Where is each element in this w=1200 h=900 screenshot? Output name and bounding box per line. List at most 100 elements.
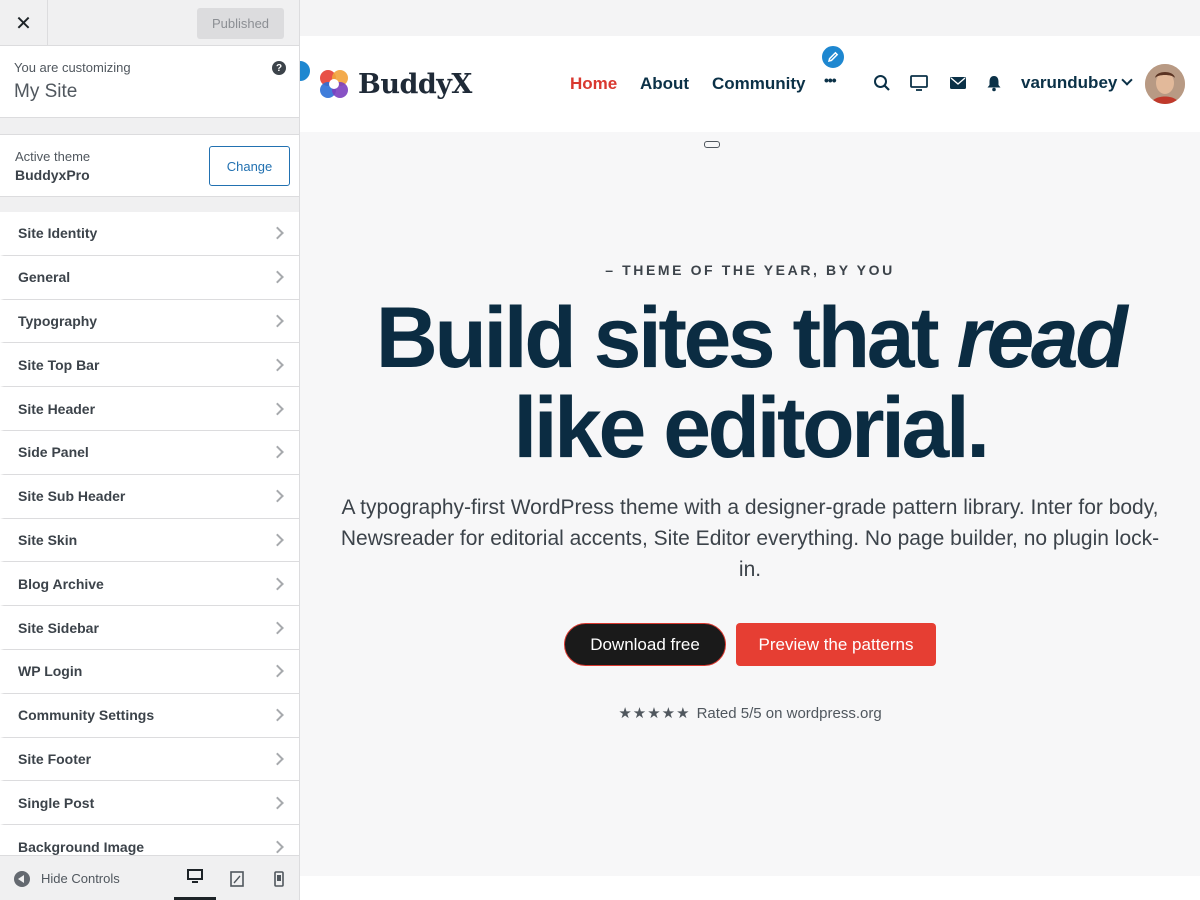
site-title: My Site	[14, 81, 78, 102]
section-label: Blog Archive	[18, 575, 104, 592]
nav-about[interactable]: About	[640, 74, 689, 94]
section-label: Typography	[18, 312, 98, 329]
customizer-section-site-sub-header[interactable]: Site Sub Header	[0, 474, 299, 519]
chevron-right-icon	[271, 270, 284, 284]
customizer-header: ✕ Published	[0, 0, 299, 46]
chevron-right-icon	[271, 664, 284, 678]
site-logo[interactable]: BuddyX	[316, 66, 472, 102]
preview-patterns-button[interactable]: Preview the patterns	[736, 623, 936, 666]
section-label: Side Panel	[18, 444, 89, 461]
customizer-section-typography[interactable]: Typography	[0, 299, 299, 344]
section-label: General	[18, 269, 71, 286]
chevron-right-icon	[271, 840, 284, 853]
chevron-right-icon	[271, 796, 284, 810]
hero-lead-paragraph: A typography-first WordPress theme with …	[340, 496, 1160, 581]
active-theme-panel: Active theme BuddyxPro Change	[0, 134, 299, 197]
search-icon	[874, 75, 890, 91]
customizer-section-site-header[interactable]: Site Header	[0, 387, 299, 431]
messages-button[interactable]	[948, 73, 968, 93]
close-customizer-button[interactable]: ✕	[0, 0, 48, 46]
user-menu-name[interactable]: varundubey	[1021, 73, 1117, 93]
collapse-arrow-icon	[14, 870, 30, 887]
chevron-right-icon	[271, 489, 284, 503]
desktop-icon	[187, 869, 203, 883]
hide-controls-button[interactable]: Hide Controls	[14, 856, 120, 900]
rating-text: Rated 5/5 on wordpress.org	[696, 705, 882, 722]
chevron-right-icon	[271, 358, 284, 372]
tablet-icon	[230, 870, 244, 887]
section-label: Site Sub Header	[18, 488, 126, 505]
customizer-section-blog-archive[interactable]: Blog Archive	[0, 562, 299, 607]
chevron-right-icon	[271, 577, 284, 591]
customizer-section-community-settings[interactable]: Community Settings	[0, 693, 299, 738]
customizer-section-site-top-bar[interactable]: Site Top Bar	[0, 343, 299, 388]
nav-more-button[interactable]: •••	[824, 72, 837, 88]
hero-eyebrow: – THEME OF THE YEAR, BY YOU	[605, 262, 895, 278]
preview-mobile-button[interactable]	[258, 856, 299, 900]
rating-line: ★★★★★ Rated 5/5 on wordpress.org	[300, 704, 1200, 722]
preview-desktop-button[interactable]	[174, 856, 216, 900]
chevron-right-icon	[271, 533, 284, 547]
chevron-right-icon	[271, 314, 284, 328]
logo-text: BuddyX	[358, 68, 472, 100]
chevron-right-icon	[271, 621, 284, 634]
customizer-sidebar: ✕ Published You are customizing My Site …	[0, 0, 300, 900]
section-label: Site Identity	[18, 225, 98, 242]
section-label: Site Header	[18, 400, 96, 417]
section-label: Site Top Bar	[18, 356, 100, 373]
close-icon: ✕	[15, 12, 32, 35]
chevron-right-icon	[271, 752, 284, 766]
mail-icon	[950, 77, 966, 89]
section-label: Site Skin	[18, 531, 78, 548]
chevron-right-icon	[271, 708, 284, 722]
customizer-section-site-footer[interactable]: Site Footer	[0, 737, 299, 782]
pencil-icon	[827, 51, 839, 63]
customizer-section-side-panel[interactable]: Side Panel	[0, 430, 299, 475]
monitor-icon	[910, 75, 928, 91]
published-button[interactable]: Published	[197, 8, 284, 39]
help-icon[interactable]: ?	[272, 61, 286, 75]
site-preview: BuddyX Home About Community ••• varundub…	[300, 0, 1200, 900]
nav-community[interactable]: Community	[712, 74, 806, 94]
customizing-label: You are customizing	[14, 60, 131, 75]
chevron-right-icon	[271, 227, 284, 240]
hero-headline-emphasis: read	[956, 290, 1128, 386]
section-resize-handle[interactable]	[704, 141, 720, 148]
customizing-info: You are customizing My Site ?	[0, 46, 299, 118]
dashboard-button[interactable]	[909, 73, 929, 93]
download-free-button[interactable]: Download free	[564, 623, 726, 666]
hide-controls-label: Hide Controls	[41, 871, 120, 886]
spacer	[0, 118, 299, 134]
next-section-edge	[300, 876, 1200, 900]
section-label: WP Login	[18, 663, 83, 680]
mobile-icon	[274, 870, 284, 887]
section-label: Community Settings	[18, 707, 155, 724]
customizer-section-site-skin[interactable]: Site Skin	[0, 518, 299, 563]
change-theme-button[interactable]: Change	[209, 146, 290, 186]
user-avatar-icon	[1145, 64, 1185, 104]
section-label: Background Image	[18, 838, 145, 855]
hero-headline: Build sites that read like editorial.	[300, 293, 1200, 473]
customizer-section-wp-login[interactable]: WP Login	[0, 649, 299, 694]
chevron-right-icon	[271, 446, 284, 459]
nav-home[interactable]: Home	[570, 74, 617, 94]
section-label: Site Sidebar	[18, 619, 99, 636]
buddyx-logo-icon	[320, 70, 348, 98]
preview-tablet-button[interactable]	[216, 856, 258, 900]
avatar[interactable]	[1145, 64, 1185, 104]
notifications-button[interactable]	[984, 73, 1004, 93]
search-button[interactable]	[872, 73, 892, 93]
section-label: Single Post	[18, 794, 95, 811]
customizer-section-site-sidebar[interactable]: Site Sidebar	[0, 606, 299, 650]
customizer-footer: Hide Controls	[0, 855, 299, 900]
customizer-section-single-post[interactable]: Single Post	[0, 781, 299, 826]
chevron-right-icon	[271, 402, 284, 415]
hero-headline-part-1: Build sites that	[375, 290, 957, 386]
edit-menu-shortcut-button[interactable]	[820, 44, 846, 70]
customizer-section-site-identity[interactable]: Site Identity	[0, 212, 299, 256]
section-label: Site Footer	[18, 750, 92, 767]
star-rating-icon: ★★★★★	[618, 705, 691, 722]
customizer-section-list: Site Identity General Typography Site Top B…	[0, 212, 299, 869]
preview-top-strip	[300, 0, 1200, 36]
customizer-section-general[interactable]: General	[0, 255, 299, 300]
